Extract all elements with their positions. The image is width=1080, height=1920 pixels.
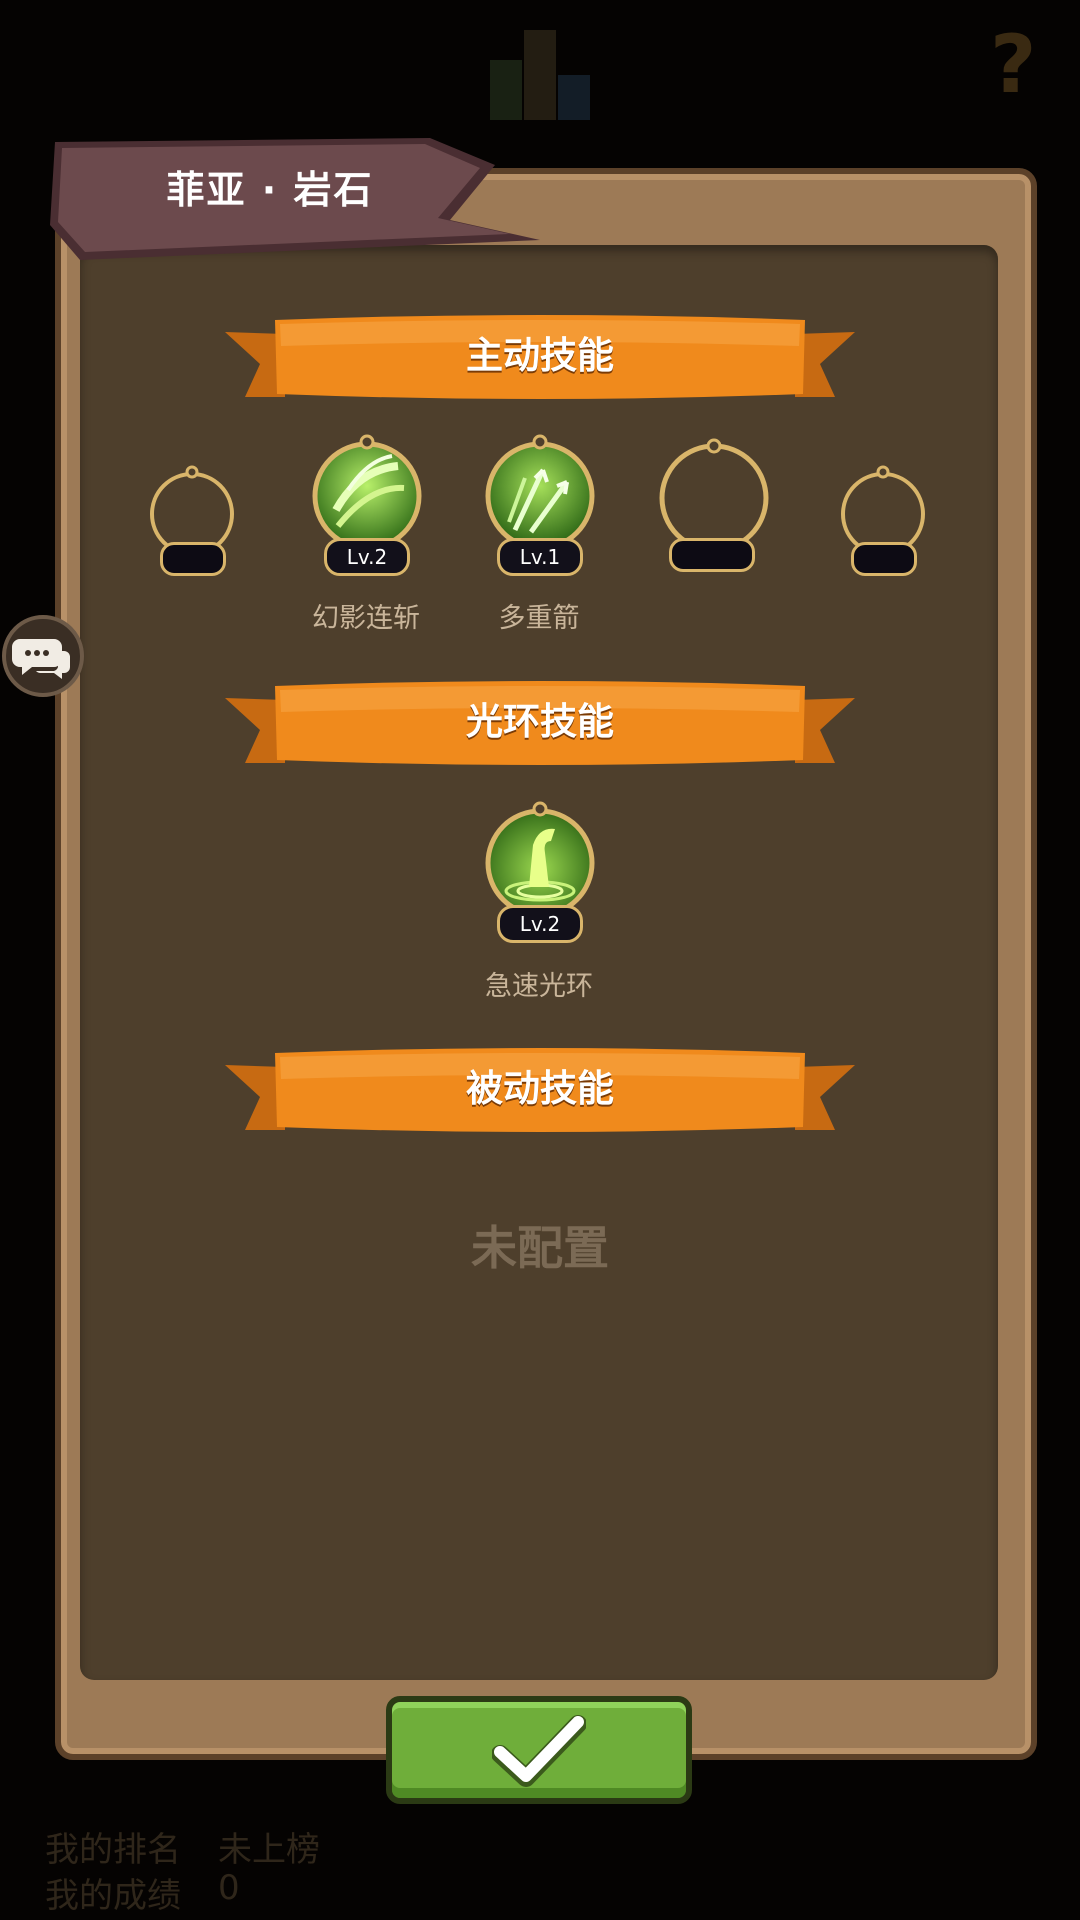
skill-name: 幻影连斩: [312, 603, 420, 634]
score-label: 我的成绩: [45, 1876, 181, 1916]
passive-skills-title: 被动技能: [466, 1067, 614, 1110]
aura-skills-title: 光环技能: [466, 700, 614, 743]
checkmark-icon: [492, 1715, 586, 1787]
empty-level-badge: [669, 538, 755, 572]
active-skill-slot-3[interactable]: Lv.1: [481, 430, 599, 578]
score-value: 0: [218, 1868, 240, 1908]
chat-button[interactable]: [2, 615, 84, 697]
rank-value: 未上榜: [218, 1830, 320, 1870]
skill-name: 多重箭: [498, 603, 580, 634]
passive-skills-header: 被动技能: [225, 1045, 855, 1140]
active-skills-title: 主动技能: [466, 334, 614, 377]
empty-level-badge: [160, 542, 226, 576]
level-badge: Lv.2: [497, 905, 583, 943]
aura-skill-slot-1[interactable]: Lv.2: [481, 797, 599, 945]
active-skill-slot-5[interactable]: [837, 462, 929, 576]
leaderboard-podium-icon: [490, 30, 590, 120]
chat-bubbles-icon: [12, 639, 70, 679]
level-badge: Lv.2: [324, 538, 410, 576]
help-icon[interactable]: ?: [990, 18, 1036, 111]
active-skills-header: 主动技能: [225, 312, 855, 407]
active-skill-slot-4[interactable]: [655, 436, 773, 576]
rank-label: 我的排名: [45, 1830, 181, 1870]
level-badge: Lv.1: [497, 538, 583, 576]
aura-skills-header: 光环技能: [225, 678, 855, 773]
empty-level-badge: [851, 542, 917, 576]
confirm-button[interactable]: [386, 1696, 692, 1804]
skill-name: 急速光环: [485, 971, 593, 1002]
skill-config-screen: ? 我的排名 未上榜 我的成绩 0 菲亚 · 岩石 主动技能 Lv.2 幻影连斩…: [0, 0, 1080, 1920]
active-skill-slot-1[interactable]: [146, 462, 238, 576]
passive-empty-text: 未配置: [471, 1221, 609, 1275]
active-skill-slot-2[interactable]: Lv.2: [308, 430, 426, 578]
hero-name-title: 菲亚 · 岩石: [166, 168, 374, 212]
